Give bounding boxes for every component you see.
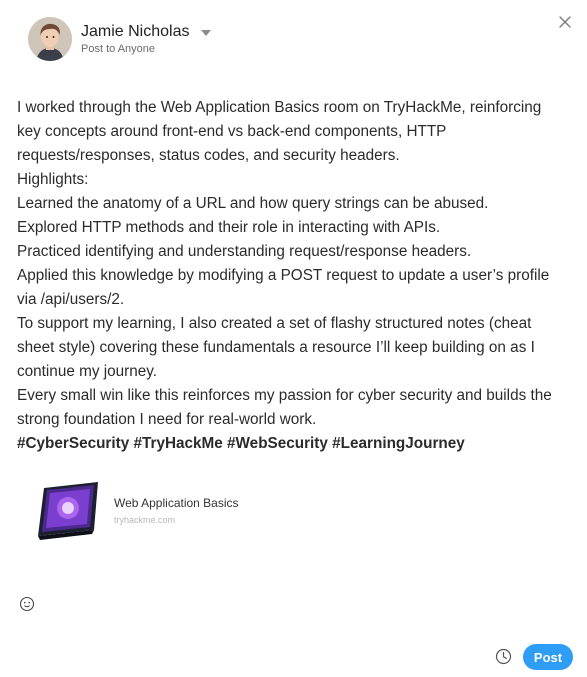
emoji-icon[interactable] <box>19 596 35 612</box>
body-line: I worked through the Web Application Bas… <box>17 99 542 116</box>
caret-down-icon[interactable] <box>201 30 212 36</box>
post-body-editor[interactable]: I worked through the Web Application Bas… <box>17 96 579 456</box>
body-line: Every small win like this reinforces my … <box>17 387 552 404</box>
post-button[interactable]: Post <box>523 644 573 670</box>
body-line: To support my learning, I also created a… <box>17 315 532 332</box>
author-name[interactable]: Jamie Nicholas <box>81 23 189 41</box>
body-line: sheet style) covering these fundamentals… <box>17 339 535 356</box>
hashtags: #CyberSecurity #TryHackMe #WebSecurity #… <box>17 435 465 452</box>
body-line: Learned the anatomy of a URL and how que… <box>17 195 489 212</box>
body-line: key concepts around front-end vs back-en… <box>17 123 447 140</box>
post-header: Jamie Nicholas Post to Anyone <box>28 17 212 61</box>
author-info[interactable]: Jamie Nicholas Post to Anyone <box>81 23 212 55</box>
link-domain: tryhackme.com <box>114 515 176 525</box>
body-line: Applied this knowledge by modifying a PO… <box>17 267 550 284</box>
body-line: requests/responses, status codes, and se… <box>17 147 400 164</box>
visibility-label[interactable]: Post to Anyone <box>81 43 211 55</box>
avatar <box>28 17 72 61</box>
body-line: continue my journey. <box>17 363 158 380</box>
body-line: Practiced identifying and understanding … <box>17 243 472 260</box>
close-icon[interactable] <box>557 14 573 30</box>
body-line: strong foundation I need for real-world … <box>17 411 317 428</box>
link-preview-card[interactable]: Web Application Basics tryhackme.com <box>32 478 239 542</box>
body-line: via /api/users/2. <box>17 291 125 308</box>
link-thumbnail <box>32 478 104 542</box>
body-line: Explored HTTP methods and their role in … <box>17 219 441 236</box>
link-title: Web Application Basics <box>114 496 239 510</box>
clock-icon[interactable] <box>495 648 512 665</box>
body-line: Highlights: <box>17 171 89 188</box>
